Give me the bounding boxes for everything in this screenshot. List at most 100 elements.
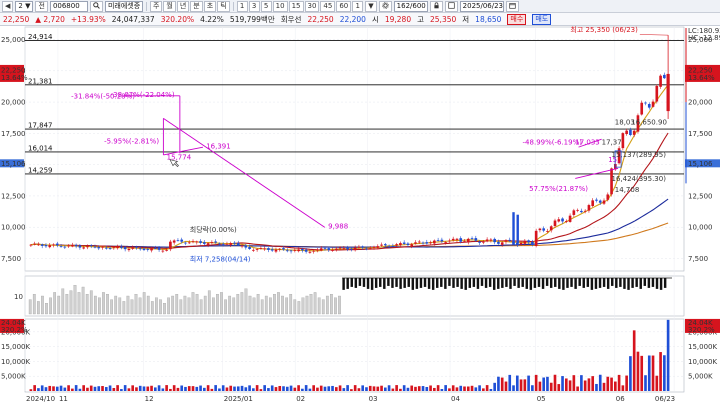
period-button-5[interactable]: 틱 — [217, 0, 230, 12]
volume-bar — [233, 386, 236, 391]
search-button[interactable] — [89, 0, 103, 12]
volume-pct-left: 320.2% — [1, 326, 28, 334]
volume-bar — [116, 385, 119, 391]
volume-bar — [591, 376, 595, 391]
period-button-3[interactable]: 분 — [190, 0, 203, 12]
indicator-bar — [77, 292, 81, 315]
volume-bar — [101, 386, 104, 391]
settings-button[interactable] — [378, 0, 392, 12]
search-icon — [93, 1, 100, 9]
indicator-bar — [448, 278, 451, 286]
period-button-2[interactable]: 년 — [176, 0, 190, 12]
open-price: 19,280 — [384, 14, 412, 24]
date-label: 12 — [145, 395, 154, 403]
market-select[interactable]: 2 ▼ — [15, 0, 34, 12]
value-label: 14,708 — [615, 186, 640, 194]
volume-bar — [402, 385, 406, 391]
volume-bar — [595, 383, 598, 391]
interval-button-7[interactable]: 60 — [336, 0, 352, 12]
indicator-bar — [631, 278, 634, 288]
period-buttons: 주월년분초틱 — [149, 0, 230, 12]
interval-button-6[interactable]: 45 — [320, 0, 336, 12]
volume-bar — [602, 382, 606, 391]
indicator-bar — [118, 297, 122, 315]
lock-button[interactable] — [429, 0, 443, 12]
sell-button[interactable]: 매도 — [532, 13, 552, 25]
interval-button-4[interactable]: 15 — [288, 0, 304, 12]
volume-bar — [380, 385, 383, 391]
candle-body — [252, 249, 255, 251]
volume-bar — [52, 386, 55, 391]
indicator-bar — [281, 295, 284, 315]
volume-bar — [127, 388, 131, 391]
volume-bar — [384, 387, 387, 391]
candle-body — [444, 242, 447, 243]
interval-button-5[interactable]: 30 — [304, 0, 320, 12]
volume-bar — [104, 387, 108, 391]
count-input[interactable]: 162/600 — [393, 0, 428, 12]
candle-body — [455, 238, 459, 240]
value-label: 16,650.90 — [631, 119, 667, 127]
interval-button-0[interactable]: 1 — [236, 0, 248, 12]
candle-body — [659, 75, 662, 87]
stock-code-input[interactable]: 006800 — [49, 0, 88, 12]
candle-body — [112, 247, 116, 248]
stock-name-field[interactable]: 미래에셋증 — [104, 0, 143, 12]
indicator-bar — [647, 278, 651, 288]
volume-bar — [372, 386, 376, 391]
volume-bar — [44, 387, 48, 391]
buy-button[interactable]: 매수 — [507, 13, 527, 25]
candle-body — [500, 242, 504, 245]
candle-body — [448, 240, 451, 242]
interval-button-3[interactable]: 10 — [272, 0, 288, 12]
stock-chart[interactable]: 24,914 21,381 17,847 16,014 14,259 최고 25,350… — [0, 26, 720, 404]
date-input[interactable]: 2025/06/23 — [459, 0, 504, 12]
volume-bar — [180, 385, 184, 391]
interval-button-1[interactable]: 3 — [248, 0, 260, 12]
period-button-1[interactable]: 월 — [163, 0, 176, 12]
gear-icon — [381, 1, 389, 9]
volume-bar — [289, 385, 293, 391]
value-label: 15, — [608, 156, 619, 164]
volume-bar — [365, 387, 368, 391]
prev-button[interactable]: ◀ — [2, 0, 14, 12]
volume-bar — [55, 386, 59, 391]
candle-body — [433, 240, 436, 244]
current-price: 22,250 — [3, 14, 30, 24]
candle-body — [466, 238, 470, 243]
indicator-bar — [362, 278, 366, 287]
period-button-4[interactable]: 초 — [203, 0, 217, 12]
volume-bar — [89, 385, 93, 391]
price-change-pct: +13.93% — [70, 14, 106, 24]
indicator-bar — [456, 278, 459, 287]
candle-body — [67, 245, 70, 247]
checkbox-icon — [448, 1, 455, 9]
volume-tick-right: 15,000K — [688, 343, 717, 351]
volume-bar — [203, 387, 206, 391]
indicator-bar — [472, 278, 476, 287]
interval-dropdown[interactable]: ▼ — [365, 0, 377, 12]
price-tick-left: 20,000 — [1, 99, 26, 107]
interval-button-8[interactable]: 1 — [352, 0, 364, 12]
indicator-bar — [476, 278, 480, 289]
indicator-bar — [203, 295, 207, 315]
view-toggle-button[interactable]: 전 — [35, 0, 48, 12]
volume-tick-left: 10,000K — [1, 358, 30, 366]
indicator-bar — [313, 292, 317, 315]
candle-body — [647, 104, 651, 108]
interval-button-2[interactable]: 5 — [260, 0, 272, 12]
volume-bar — [184, 386, 187, 391]
volume-bar — [48, 385, 52, 391]
period-button-0[interactable]: 주 — [149, 0, 163, 12]
candle-body — [568, 215, 572, 222]
volume-bar — [331, 385, 334, 391]
volume-bar — [278, 385, 282, 391]
candle-body — [218, 243, 221, 245]
volume-bar — [440, 389, 444, 391]
calendar-button[interactable] — [505, 0, 519, 12]
checkbox-button[interactable] — [444, 0, 458, 12]
indicator-bar — [28, 299, 32, 315]
candle-body — [323, 247, 327, 249]
indicator-bar — [183, 295, 187, 315]
volume-bar — [644, 375, 647, 391]
